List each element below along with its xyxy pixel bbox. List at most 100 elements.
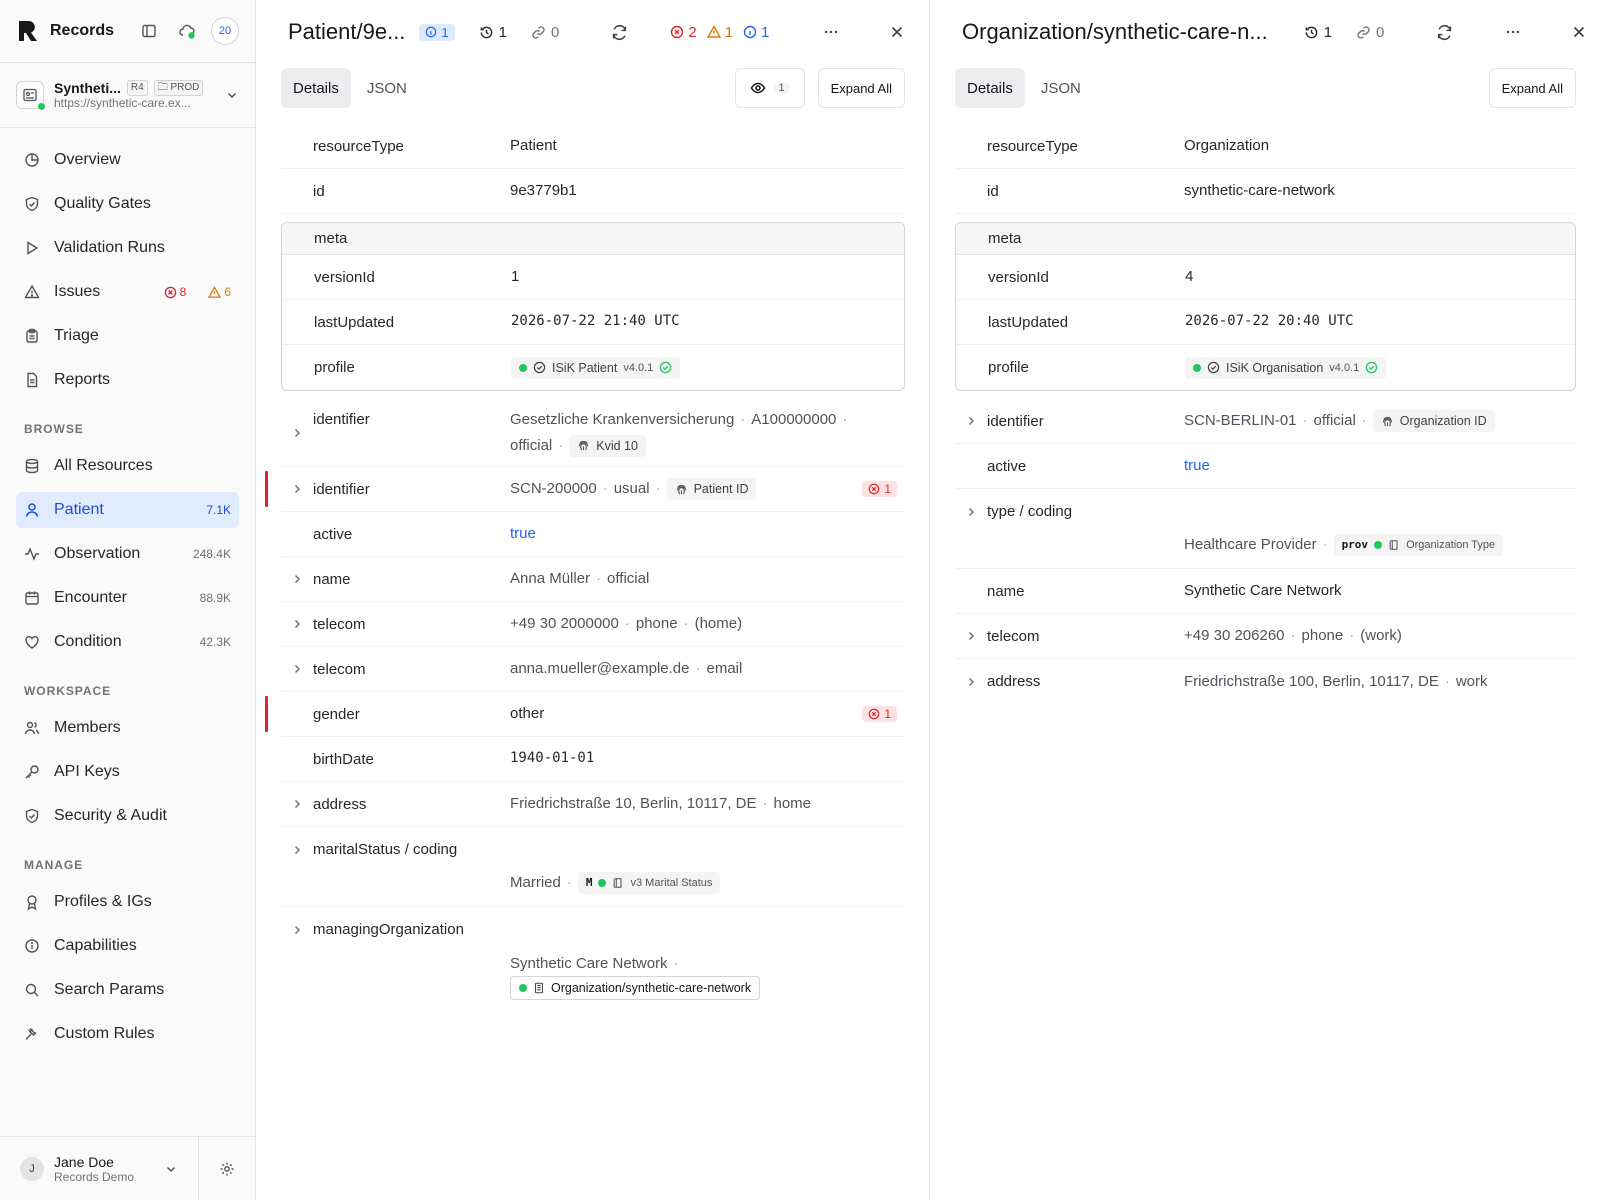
refresh-icon[interactable]: [1436, 24, 1453, 41]
field-active: active true: [281, 512, 905, 557]
section-title-manage: MANAGE: [24, 858, 84, 872]
links-count[interactable]: 0: [1356, 24, 1384, 41]
nav-item-security-audit[interactable]: Security & Audit: [16, 794, 239, 838]
field-identifier-1[interactable]: identifier Gesetzliche Krankenversicheru…: [281, 399, 905, 467]
pie-chart-icon: [24, 152, 40, 168]
history-count[interactable]: 1: [1304, 24, 1332, 41]
field-gender: gender other 1: [265, 692, 905, 737]
history-count[interactable]: 1: [479, 24, 507, 41]
error-badge[interactable]: 1: [862, 481, 897, 497]
chevron-right-icon: [955, 506, 987, 518]
user-org: Records Demo: [54, 1169, 135, 1184]
nav-item-condition[interactable]: Condition 42.3K: [16, 620, 239, 664]
chevron-right-icon: [281, 618, 313, 630]
validation-counts[interactable]: 2 1 1: [670, 24, 769, 41]
field-managingOrganization[interactable]: managingOrganization: [281, 907, 905, 952]
chevron-right-icon: [281, 798, 313, 810]
tab-details[interactable]: Details: [281, 68, 351, 108]
refresh-icon[interactable]: [611, 24, 628, 41]
encounter-count: 88.9K: [199, 591, 231, 605]
more-icon[interactable]: [823, 24, 839, 40]
field-telecom-2[interactable]: telecom anna.mueller@example.de · email: [281, 647, 905, 692]
nav-item-all-resources[interactable]: All Resources: [16, 444, 239, 488]
nav-item-triage[interactable]: Triage: [16, 314, 239, 358]
section-title-workspace: WORKSPACE: [24, 684, 112, 698]
award-icon: [24, 894, 40, 910]
panel-title: Patient/9e...: [288, 19, 406, 44]
avatar: J: [20, 1156, 44, 1181]
nav-item-custom-rules[interactable]: Custom Rules: [16, 1012, 239, 1056]
tab-json[interactable]: JSON: [1029, 68, 1093, 108]
expand-all-button[interactable]: Expand All: [817, 68, 905, 108]
error-circle-icon: [868, 483, 880, 495]
workspace-switcher[interactable]: Syntheti... R4 🗀 PROD https://synthetic-…: [0, 62, 255, 128]
fingerprint-icon: [676, 484, 686, 495]
nav-item-api-keys[interactable]: API Keys: [16, 750, 239, 794]
users-icon: [24, 720, 40, 736]
reference-chip[interactable]: Organization/synthetic-care-network: [510, 976, 761, 1001]
app-name: Records: [50, 22, 115, 39]
organization-details: resourceType Organization id synthetic-car…: [930, 112, 1600, 704]
database-icon: [24, 458, 40, 474]
profile-chip[interactable]: ISiK Organisation v4.0.1: [1185, 356, 1387, 379]
chevron-right-icon: [281, 924, 313, 936]
nav-item-issues[interactable]: Issues 8 6: [16, 270, 239, 314]
field-identifier-2[interactable]: identifier SCN-200000 · usual · Patient ID 1: [265, 467, 905, 512]
sidebar-toggle-icon[interactable]: [135, 17, 163, 45]
error-indicator: [265, 471, 268, 507]
field-maritalStatus[interactable]: maritalStatus / coding: [281, 827, 905, 872]
user-menu[interactable]: J Jane Doe Records Demo: [0, 1137, 199, 1200]
field-identifier[interactable]: identifier SCN-BERLIN-01 · official · Organi…: [955, 399, 1576, 444]
nav-item-encounter[interactable]: Encounter 88.9K: [16, 576, 239, 620]
warning-icon: [24, 284, 40, 300]
nav-item-patient[interactable]: Patient 7.1K: [16, 492, 239, 528]
nav-item-validation-runs[interactable]: Validation Runs: [16, 226, 239, 270]
history-icon: [1305, 26, 1317, 38]
settings-button[interactable]: [199, 1137, 255, 1200]
info-icon: [426, 26, 437, 38]
field-telecom-1[interactable]: telecom +49 30 2000000 · phone · (home): [281, 602, 905, 647]
workspace-info: Syntheti... R4 🗀 PROD https://synthetic-…: [54, 80, 215, 110]
profile-chip[interactable]: ISiK Patient v4.0.1: [511, 356, 681, 379]
link-icon: [1357, 25, 1370, 39]
expand-all-button[interactable]: Expand All: [1488, 68, 1576, 108]
app-root: Records 20 Syntheti... R4 🗀 PROD https:/…: [0, 0, 1600, 1200]
close-icon[interactable]: [889, 24, 905, 40]
tab-json[interactable]: JSON: [355, 68, 419, 108]
links-count[interactable]: 0: [531, 24, 559, 41]
sidebar-header: Records 20: [0, 0, 255, 62]
field-type[interactable]: type / coding: [955, 489, 1576, 534]
nav-item-overview[interactable]: Overview: [16, 138, 239, 182]
nav-item-observation[interactable]: Observation 248.4K: [16, 532, 239, 576]
eye-icon: [750, 82, 765, 94]
nav-item-profiles-igs[interactable]: Profiles & IGs: [16, 880, 239, 924]
info-badge[interactable]: 1: [419, 23, 455, 41]
nav-item-search-params[interactable]: Search Params: [16, 968, 239, 1012]
cloud-status-icon[interactable]: [173, 17, 201, 45]
field-address[interactable]: address Friedrichstraße 10, Berlin, 1011…: [281, 782, 905, 827]
field-birthDate: birthDate 1940-01-01: [281, 737, 905, 782]
shield-check-icon: [24, 196, 40, 212]
history-icon: [480, 26, 492, 38]
close-icon[interactable]: [1571, 24, 1587, 40]
nav-item-capabilities[interactable]: Capabilities: [16, 924, 239, 968]
more-icon[interactable]: [1505, 24, 1521, 40]
nav-item-members[interactable]: Members: [16, 706, 239, 750]
identifier-system-chip: Organization ID: [1372, 410, 1495, 433]
error-indicator: [265, 696, 268, 732]
managing-organization-ref: Synthetic Care Network · Organization/syn…: [281, 952, 905, 1012]
check-circle-icon: [1365, 362, 1378, 374]
field-name[interactable]: name Anna Müller · official: [281, 557, 905, 602]
play-icon: [24, 240, 40, 256]
error-badge[interactable]: 1: [862, 706, 897, 722]
visibility-toggle-button[interactable]: 1: [734, 68, 805, 108]
notification-count[interactable]: 20: [211, 17, 239, 45]
nav-item-reports[interactable]: Reports: [16, 358, 239, 402]
tab-details[interactable]: Details: [955, 68, 1025, 108]
field-telecom[interactable]: telecom +49 30 206260 · phone · (work): [955, 614, 1576, 659]
nav-item-quality-gates[interactable]: Quality Gates: [16, 182, 239, 226]
field-address[interactable]: address Friedrichstraße 100, Berlin, 101…: [955, 659, 1576, 704]
book-icon: [614, 878, 622, 888]
panel-title: Organization/synthetic-care-n...: [962, 19, 1268, 44]
fingerprint-icon: [579, 440, 589, 451]
